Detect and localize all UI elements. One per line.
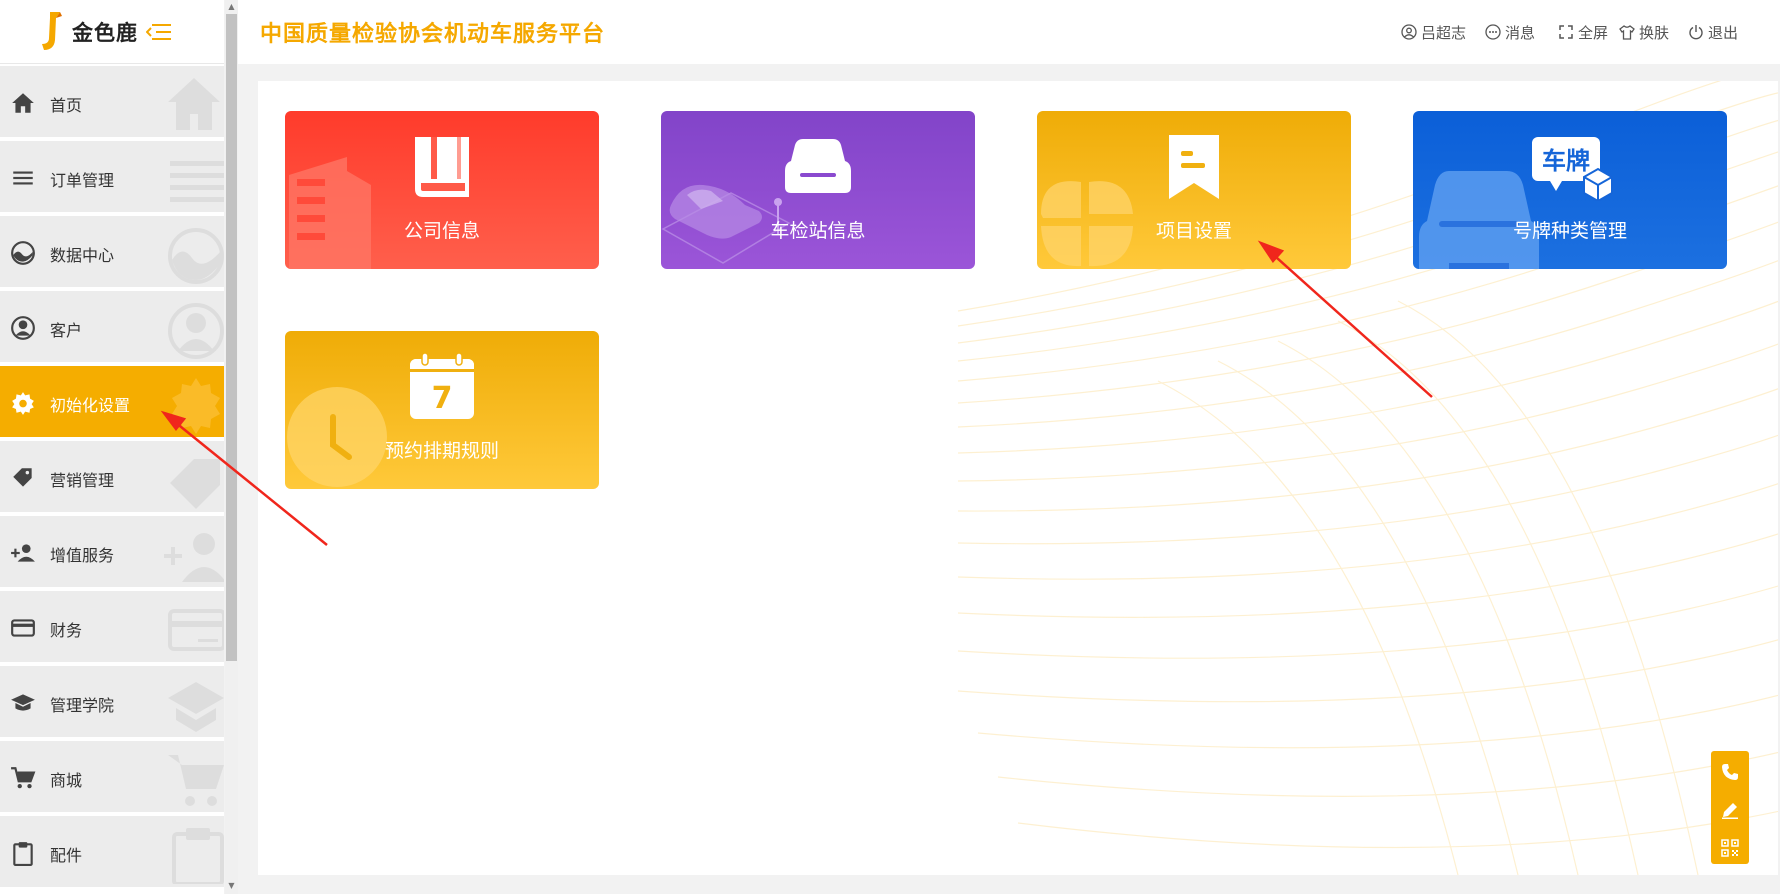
license-plate-icon: 车牌 xyxy=(1532,137,1613,201)
sidebar-item-orders[interactable]: 订单管理 xyxy=(0,141,224,214)
license-plate-badge-text: 车牌 xyxy=(1542,147,1590,175)
user-name: 吕超志 xyxy=(1421,24,1467,42)
app-window: 金色鹿 首页 订单管理 数据中心 客户 初始化设置 营销管理 增值服务 财务 管… xyxy=(0,0,1780,894)
tag-icon xyxy=(13,468,32,487)
book-icon xyxy=(415,137,469,197)
logo-bar: 金色鹿 xyxy=(0,0,224,64)
clipboard-icon xyxy=(13,842,33,866)
sidebar-item-academy[interactable]: 管理学院 xyxy=(0,666,224,739)
logo-text: 金色鹿 xyxy=(72,21,138,45)
graduation-cap-icon xyxy=(168,682,224,732)
list-icon xyxy=(170,161,224,202)
list-icon xyxy=(13,171,33,185)
credit-card-icon xyxy=(168,609,224,651)
sidebar: 金色鹿 首页 订单管理 数据中心 客户 初始化设置 营销管理 增值服务 财务 管… xyxy=(0,0,224,894)
sidebar-item-label: 数据中心 xyxy=(50,246,115,265)
sidebar-item-label: 财务 xyxy=(50,621,83,640)
card-project-settings[interactable]: 项目设置 xyxy=(1037,111,1351,269)
sidebar-item-label: 订单管理 xyxy=(50,171,115,190)
bookmark-icon xyxy=(1169,135,1219,199)
scroll-down-arrow-icon[interactable]: ▼ xyxy=(227,881,236,890)
phone-icon[interactable] xyxy=(1721,763,1739,781)
card-plate-types[interactable]: 车牌 号牌种类管理 xyxy=(1413,111,1727,269)
card-appointment-rules[interactable]: 7 预约排期规则 xyxy=(285,331,599,489)
page-title: 中国质量检验协会机动车服务平台 xyxy=(260,22,606,47)
sidebar-item-customer[interactable]: 客户 xyxy=(0,291,224,364)
top-header: 中国质量检验协会机动车服务平台 吕超志 消息 全屏 换肤 退出 xyxy=(238,0,1780,64)
sidebar-item-label: 配件 xyxy=(50,846,83,865)
car-icon xyxy=(785,139,851,193)
fullscreen-icon xyxy=(1559,25,1573,39)
sidebar-item-label: 营销管理 xyxy=(50,471,115,490)
home-icon xyxy=(12,93,34,113)
menu-collapse-icon[interactable] xyxy=(146,22,172,42)
floating-toolbar xyxy=(1711,751,1749,864)
sidebar-item-home[interactable]: 首页 xyxy=(0,66,224,139)
sidebar-scrollbar[interactable]: ▲ ▼ xyxy=(225,0,238,894)
add-user-icon xyxy=(164,533,224,582)
sidebar-item-finance[interactable]: 财务 xyxy=(0,591,224,664)
sidebar-item-marketing[interactable]: 营销管理 xyxy=(0,441,224,514)
main-panel: 公司信息 车检站信息 项目设置 车牌 号牌种类管理 7 预约排期规则 xyxy=(258,81,1778,875)
calendar-day-text: 7 xyxy=(432,381,453,416)
fullscreen-label: 全屏 xyxy=(1578,24,1609,42)
sidebar-item-label: 首页 xyxy=(50,96,83,115)
user-circle-icon xyxy=(11,316,35,340)
messages-label: 消息 xyxy=(1505,24,1536,42)
logo-icon xyxy=(42,12,62,50)
sidebar-item-label: 增值服务 xyxy=(50,546,115,565)
user-circle-icon xyxy=(168,303,224,359)
card-title: 公司信息 xyxy=(403,220,480,242)
scroll-up-arrow-icon[interactable]: ▲ xyxy=(227,2,236,11)
card-title: 预约排期规则 xyxy=(384,440,499,462)
power-icon xyxy=(1689,25,1703,40)
chart-circle-icon xyxy=(168,228,224,284)
gear-icon xyxy=(12,392,34,415)
credit-card-icon xyxy=(11,619,35,637)
card-inspection-station[interactable]: 车检站信息 xyxy=(661,111,975,269)
sidebar-item-data-center[interactable]: 数据中心 xyxy=(0,216,224,289)
gear-icon xyxy=(172,378,220,434)
building-icon xyxy=(289,157,371,269)
calendar-icon: 7 xyxy=(410,353,474,419)
tag-icon xyxy=(170,459,220,509)
sidebar-item-label: 管理学院 xyxy=(50,696,115,715)
graduation-cap-icon xyxy=(11,694,35,711)
chart-circle-icon xyxy=(11,241,35,265)
logout-label: 退出 xyxy=(1708,24,1739,42)
card-company-info[interactable]: 公司信息 xyxy=(285,111,599,269)
card-title: 号牌种类管理 xyxy=(1512,220,1627,242)
sidebar-item-value-added[interactable]: 增值服务 xyxy=(0,516,224,589)
skin-label: 换肤 xyxy=(1639,24,1670,42)
sidebar-item-parts[interactable]: 配件 xyxy=(0,816,224,889)
home-icon xyxy=(168,78,220,130)
sidebar-item-init-settings[interactable]: 初始化设置 xyxy=(0,366,224,439)
sidebar-item-label: 客户 xyxy=(50,321,83,340)
sidebar-item-label: 初始化设置 xyxy=(50,396,131,415)
cart-icon xyxy=(11,767,36,789)
add-user-icon xyxy=(11,544,35,562)
card-title: 车检站信息 xyxy=(770,220,866,242)
clipboard-icon xyxy=(172,828,224,884)
qrcode-icon[interactable] xyxy=(1721,839,1739,857)
message-icon xyxy=(1485,24,1501,40)
scrollbar-thumb[interactable] xyxy=(226,14,237,661)
user-icon xyxy=(1401,24,1417,40)
sidebar-item-label: 商城 xyxy=(50,771,83,790)
edit-icon[interactable] xyxy=(1721,801,1739,819)
sidebar-item-mall[interactable]: 商城 xyxy=(0,741,224,814)
card-title: 项目设置 xyxy=(1155,220,1232,242)
cart-icon xyxy=(168,755,224,806)
shirt-icon xyxy=(1619,25,1635,40)
